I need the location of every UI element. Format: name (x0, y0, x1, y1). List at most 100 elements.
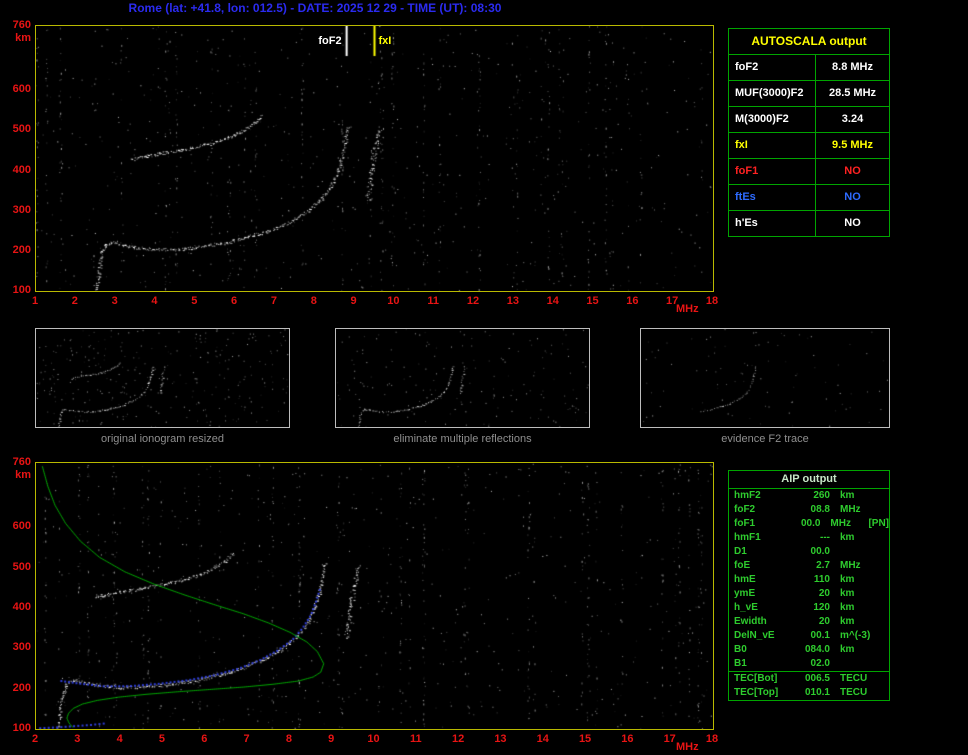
autoscala-param-label: ftEs (729, 185, 816, 210)
x-tick-label: 10 (387, 295, 400, 307)
aip-row-hmF1: hmF1 --- km (729, 531, 889, 545)
autoscala-param-value: NO (844, 217, 861, 229)
aip-param-value: 2.7 (816, 560, 830, 571)
aip-param-value: 02.0 (810, 658, 830, 669)
marker-fxI-label: fxI (378, 35, 392, 47)
autoscala-param-label: MUF(3000)F2 (729, 81, 816, 106)
autoscala-param-value: 9.5 MHz (832, 139, 873, 151)
autoscala-param-label: fxI (729, 133, 816, 158)
aip-param-label: TEC[Bot] (734, 673, 778, 684)
aip-param-unit: km (840, 602, 855, 613)
aip-param-extra (880, 657, 889, 671)
aip-row-hmF2: hmF2 260 km (729, 489, 889, 503)
x-tick-label: 11 (409, 733, 422, 745)
thumb-caption-original: original ionogram resized (101, 433, 224, 445)
x-tick-label: 11 (427, 295, 440, 307)
autoscala-param-value: 8.8 MHz (832, 61, 873, 73)
y-tick-label: 400 (12, 601, 31, 614)
y-tick-label: 600 (12, 520, 31, 533)
x-tick-label: 18 (705, 295, 719, 307)
aip-row-Ewidth: Ewidth 20 km (729, 615, 889, 629)
x-tick-label: 15 (578, 733, 592, 745)
thumbnail-canvas-1 (36, 329, 289, 427)
aip-row-foE: foE 2.7 MHz (729, 559, 889, 573)
x-tick-label: 2 (31, 733, 39, 745)
y-tick-label: 200 (12, 681, 31, 694)
aip-param-extra (880, 601, 889, 615)
autoscala-row-M(3000)F2: M(3000)F2 3.24 (729, 107, 889, 133)
aip-table-rows: hmF2 260 km foF2 08.8 MHz foF1 00.0 MHz [PN] hmF1-… (729, 489, 889, 700)
aip-param-label: h_vE (734, 602, 758, 613)
aip-param-label: foE (734, 560, 751, 571)
x-tick-label: 3 (111, 295, 118, 307)
aip-param-value: 00.0 (800, 518, 821, 529)
autoscala-param-label: foF2 (729, 55, 816, 80)
aip-param-value: 20 (818, 616, 830, 627)
aip-param-value: 00.1 (810, 630, 830, 641)
x-tick-label: 6 (231, 295, 238, 307)
x-tick-label: 6 (201, 733, 208, 745)
aip-param-label: hmF1 (734, 532, 761, 543)
aip-param-value: 084.0 (804, 644, 830, 655)
aip-param-label: foF1 (734, 518, 756, 529)
y-tick-label: 300 (12, 203, 31, 216)
autoscala-row-ftEs: ftEs NO (729, 185, 889, 211)
x-tick-label: 4 (116, 733, 123, 745)
autoscala-row-MUF(3000)F2: MUF(3000)F2 28.5 MHz (729, 81, 889, 107)
aip-param-extra (880, 629, 889, 643)
ionogram-canvas-bottom (36, 463, 713, 729)
thumbnail-canvas-3 (641, 329, 889, 427)
aip-param-unit: km (840, 616, 855, 627)
thumbnail-original-ionogram (35, 328, 290, 428)
aip-param-unit: MHz (830, 518, 851, 529)
ionogram-plot-top (35, 25, 714, 292)
x-axis-unit-label: MHz (676, 303, 699, 315)
x-tick-label: 16 (621, 733, 634, 745)
thumb-caption-f2: evidence F2 trace (721, 433, 809, 445)
aip-param-label: DelN_vE (734, 630, 775, 641)
aip-param-unit: km (840, 574, 855, 585)
aip-param-value: 006.5 (804, 673, 830, 684)
autoscala-param-value: 28.5 MHz (828, 87, 877, 99)
y-tick-label: 500 (12, 560, 31, 573)
aip-param-label: hmE (734, 574, 756, 585)
autoscala-param-label: foF1 (729, 159, 816, 184)
x-tick-label: 12 (452, 733, 465, 745)
autoscala-row-foF1: foF1 NO (729, 159, 889, 185)
ionogram-plot-bottom (35, 462, 714, 730)
aip-param-unit: km (840, 588, 855, 599)
aip-param-extra (880, 573, 889, 587)
x-tick-label: 5 (158, 733, 165, 745)
aip-param-extra (880, 672, 889, 686)
aip-param-unit: km (840, 644, 855, 655)
aip-param-unit: m^(-3) (840, 630, 871, 641)
autoscala-output-table: AUTOSCALA output foF2 8.8 MHz MUF(3000)F2 2… (728, 28, 890, 237)
aip-param-extra (880, 587, 889, 601)
aip-row-foF2: foF2 08.8 MHz (729, 503, 889, 517)
aip-param-value: 110 (813, 574, 830, 585)
y-tick-label: 100 (12, 722, 31, 734)
aip-row-DelN_vE: DelN_vE 00.1 m^(-3) (729, 629, 889, 643)
aip-param-extra (880, 489, 889, 503)
aip-param-unit: MHz (840, 560, 861, 571)
aip-row-B1: B1 02.0 (729, 657, 889, 671)
aip-param-label: B0 (734, 644, 747, 655)
aip-table-title: AIP output (729, 471, 889, 489)
aip-param-unit (830, 545, 880, 559)
y-tick-label: 400 (12, 163, 31, 176)
aip-param-extra (880, 545, 889, 559)
x-tick-label: 3 (74, 733, 81, 745)
aip-param-label: B1 (734, 658, 747, 669)
autoscala-table-rows: foF2 8.8 MHz MUF(3000)F2 28.5 MHz M(3000)F2 3… (729, 55, 889, 236)
thumb-caption-reflections: eliminate multiple reflections (393, 433, 532, 445)
aip-param-unit: km (840, 490, 855, 501)
aip-row-B0: B0 084.0 km (729, 643, 889, 657)
aip-param-unit: TECU (840, 673, 868, 684)
aip-param-label: Ewidth (734, 616, 767, 627)
aip-param-extra (880, 559, 889, 573)
aip-param-value: 08.8 (810, 504, 830, 515)
aip-param-extra (880, 503, 889, 517)
y-axis-unit-label: km (15, 469, 31, 481)
aip-param-value: --- (820, 532, 830, 543)
x-axis-unit-label: MHz (676, 741, 699, 753)
